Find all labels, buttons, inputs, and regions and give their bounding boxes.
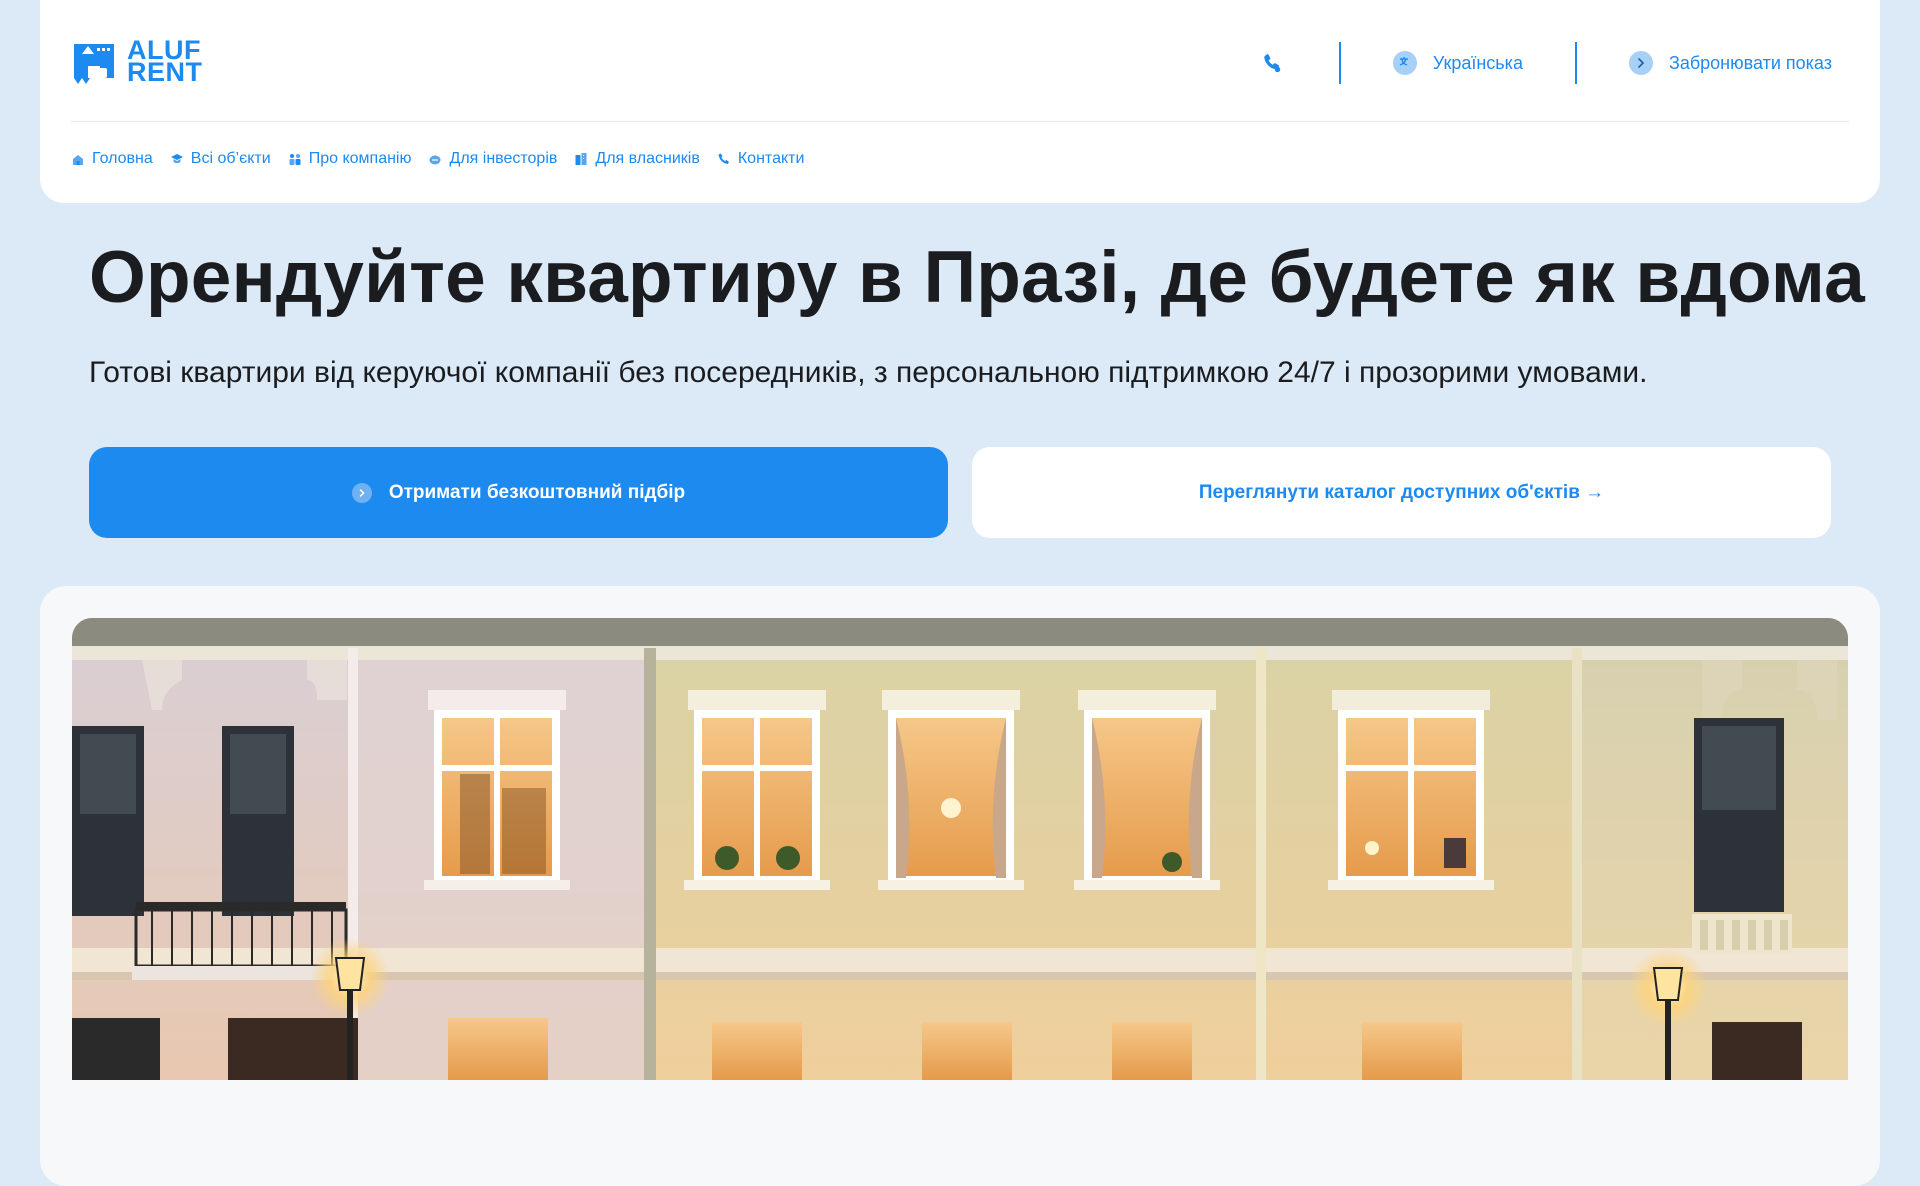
nav-item-label: Для власників [595, 150, 700, 167]
main-nav: Головна Всі об’єкти Про компанію Для інв… [71, 150, 804, 168]
view-catalog-button[interactable]: Переглянути каталог доступних об'єктів → [972, 447, 1831, 538]
nav-item-owners[interactable]: Для власників [574, 150, 700, 168]
primary-cta-label: Отримати безкоштовний підбір [388, 481, 686, 503]
chevron-right-icon [351, 482, 372, 503]
team-icon [289, 154, 301, 165]
nav-item-label: Всі об’єкти [190, 150, 271, 167]
header-divider [1574, 42, 1577, 84]
nav-item-investors[interactable]: Для інвесторів [428, 150, 557, 168]
nav-item-label: Контакти [737, 150, 805, 167]
graduation-cap-icon [170, 154, 183, 164]
header-actions: Українська Забронювати показ [1257, 42, 1832, 84]
logo-text: ALUF RENT [127, 37, 203, 87]
nav-item-home[interactable]: Головна [71, 150, 153, 168]
investor-icon [429, 155, 441, 165]
phone-button[interactable] [1257, 48, 1287, 78]
phone-icon [718, 153, 729, 164]
language-switcher[interactable]: Українська [1392, 51, 1523, 75]
building-icon [575, 153, 587, 165]
nav-item-about[interactable]: Про компанію [288, 150, 412, 168]
get-free-selection-button[interactable]: Отримати безкоштовний підбір [89, 447, 948, 538]
logo-line-2: RENT [127, 57, 203, 87]
secondary-cta-label: Переглянути каталог доступних об'єктів → [1198, 481, 1605, 503]
brand-logo[interactable]: ALUF RENT [71, 37, 203, 87]
book-viewing-label: Забронювати показ [1668, 52, 1832, 73]
hero-image-card [40, 586, 1880, 1186]
nav-item-label: Головна [92, 150, 153, 167]
hero-subtitle: Готові квартири від керуючої компанії бе… [89, 356, 1648, 389]
hero-title: Орендуйте квартиру в Празі, де будете як… [89, 237, 1865, 318]
chevron-right-icon [1628, 51, 1653, 75]
site-header: ALUF RENT Українська Забронювати показ Г… [40, 0, 1880, 203]
logo-mark-icon [74, 44, 114, 84]
translate-icon [1392, 51, 1417, 75]
header-separator [71, 121, 1849, 122]
home-icon [73, 155, 83, 165]
nav-item-contacts[interactable]: Контакти [717, 150, 805, 168]
language-label: Українська [1432, 52, 1523, 73]
nav-item-all-objects[interactable]: Всі об’єкти [170, 150, 271, 168]
header-divider [1338, 42, 1341, 84]
phone-icon [1264, 54, 1281, 73]
book-viewing-link[interactable]: Забронювати показ [1628, 51, 1832, 75]
building-facade-image [72, 618, 1848, 1080]
nav-item-label: Для інвесторів [449, 150, 558, 167]
nav-item-label: Про компанію [308, 150, 412, 167]
